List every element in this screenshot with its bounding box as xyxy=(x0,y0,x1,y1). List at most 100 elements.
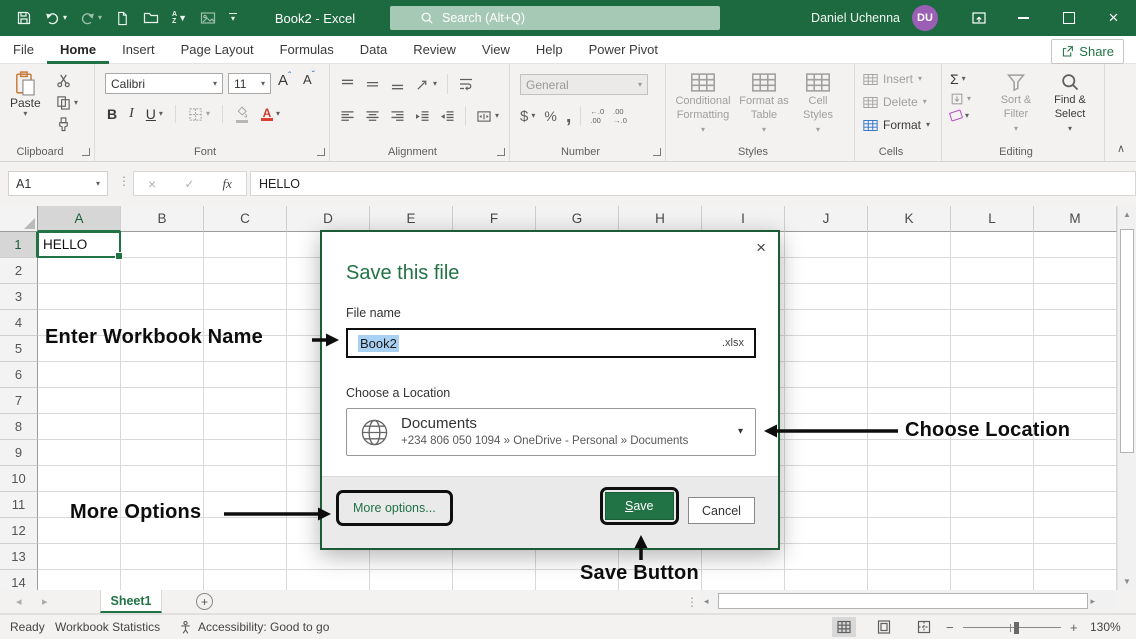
name-box[interactable]: A1 ▾ xyxy=(8,171,108,196)
bold-button[interactable]: B xyxy=(107,106,117,122)
increase-indent-icon[interactable] xyxy=(440,110,455,123)
scroll-down-icon[interactable]: ▼ xyxy=(1118,573,1136,590)
tab-file[interactable]: File xyxy=(0,36,47,64)
zoom-slider-thumb[interactable] xyxy=(1014,622,1019,634)
shrink-font-button[interactable]: Aˇ xyxy=(303,72,315,87)
select-all-corner[interactable] xyxy=(0,206,38,232)
column-header-c[interactable]: C xyxy=(204,206,287,232)
tab-insert[interactable]: Insert xyxy=(109,36,168,64)
increase-decimal-button[interactable]: ←.0.00 xyxy=(590,107,604,125)
column-header-e[interactable]: E xyxy=(370,206,453,232)
column-header-h[interactable]: H xyxy=(619,206,702,232)
tab-formulas[interactable]: Formulas xyxy=(267,36,347,64)
cell-a1[interactable]: HELLO xyxy=(37,231,121,258)
comma-style-button[interactable]: , xyxy=(566,111,572,121)
column-header-i[interactable]: I xyxy=(702,206,785,232)
merge-center-button[interactable]: ▾ xyxy=(476,110,499,123)
top-align-icon[interactable] xyxy=(340,78,355,91)
page-break-view-button[interactable] xyxy=(912,617,936,637)
autosum-button[interactable]: Σ▾ xyxy=(950,71,971,87)
add-sheet-button[interactable]: + xyxy=(196,593,213,610)
maximize-button[interactable] xyxy=(1046,0,1091,36)
row-header-3[interactable]: 3 xyxy=(0,284,38,310)
column-header-f[interactable]: F xyxy=(453,206,536,232)
format-as-table-button[interactable]: Format as Table ▾ xyxy=(736,72,792,136)
sheetbar-grip-icon[interactable]: ⋮ xyxy=(686,595,698,609)
clipboard-dialog-launcher-icon[interactable] xyxy=(82,148,90,156)
row-header-9[interactable]: 9 xyxy=(0,440,38,466)
decrease-indent-icon[interactable] xyxy=(415,110,430,123)
column-header-d[interactable]: D xyxy=(287,206,370,232)
tab-data[interactable]: Data xyxy=(347,36,400,64)
undo-caret-icon[interactable]: ▾ xyxy=(63,14,67,22)
align-left-icon[interactable] xyxy=(340,110,355,123)
column-header-g[interactable]: G xyxy=(536,206,619,232)
ribbon-display-options-button[interactable] xyxy=(956,0,1001,36)
fill-color-button[interactable] xyxy=(235,106,249,123)
number-format-combo[interactable]: General ▾ xyxy=(520,74,648,95)
format-cells-button[interactable]: Format ▾ xyxy=(863,118,930,132)
column-header-j[interactable]: J xyxy=(785,206,868,232)
cell-styles-button[interactable]: Cell Styles ▾ xyxy=(794,72,842,136)
italic-button[interactable]: I xyxy=(129,106,134,122)
row-header-12[interactable]: 12 xyxy=(0,518,38,544)
tab-power-pivot[interactable]: Power Pivot xyxy=(576,36,671,64)
horizontal-scrollbar[interactable]: ◂ ▸ xyxy=(700,592,1117,611)
save-button[interactable]: Save xyxy=(605,492,674,520)
vertical-scroll-thumb[interactable] xyxy=(1120,229,1134,453)
sort-filter-button[interactable]: Sort & Filter ▾ xyxy=(990,72,1042,135)
row-header-5[interactable]: 5 xyxy=(0,336,38,362)
location-dropdown[interactable]: Documents +234 806 050 1094 » OneDrive -… xyxy=(346,408,756,456)
customize-qat-button[interactable]: ▾ xyxy=(229,13,237,23)
orientation-button[interactable]: ▾ xyxy=(415,78,437,91)
row-header-11[interactable]: 11 xyxy=(0,492,38,518)
font-color-button[interactable]: A ▾ xyxy=(261,107,280,121)
accessibility-status[interactable]: Accessibility: Good to go xyxy=(178,615,329,639)
row-header-8[interactable]: 8 xyxy=(0,414,38,440)
open-file-icon[interactable] xyxy=(143,10,159,26)
dialog-close-icon[interactable]: × xyxy=(756,238,766,258)
font-family-combo[interactable]: Calibri ▾ xyxy=(105,73,223,94)
zoom-slider-track[interactable] xyxy=(963,627,1061,628)
minimize-button[interactable] xyxy=(1001,0,1046,36)
tab-review[interactable]: Review xyxy=(400,36,469,64)
zoom-out-button[interactable]: − xyxy=(946,615,954,639)
column-header-l[interactable]: L xyxy=(951,206,1034,232)
sort-az-button[interactable]: AZ ▼ xyxy=(172,11,187,25)
cancel-button[interactable]: Cancel xyxy=(688,497,755,524)
row-header-13[interactable]: 13 xyxy=(0,544,38,570)
normal-view-button[interactable] xyxy=(832,617,856,637)
clear-button[interactable]: ▾ xyxy=(950,111,971,120)
column-header-m[interactable]: M xyxy=(1034,206,1117,232)
share-button[interactable]: Share xyxy=(1051,39,1124,64)
formula-bar-grip-icon[interactable]: ⋮ xyxy=(118,174,130,188)
underline-button[interactable]: U▾ xyxy=(146,106,163,122)
search-box[interactable]: Search (Alt+Q) xyxy=(390,6,720,30)
collapse-ribbon-icon[interactable]: ∧ xyxy=(1117,142,1125,155)
row-header-10[interactable]: 10 xyxy=(0,466,38,492)
column-header-b[interactable]: B xyxy=(121,206,204,232)
paste-button[interactable]: Paste ▾ xyxy=(10,71,41,118)
tab-page-layout[interactable]: Page Layout xyxy=(168,36,267,64)
workbook-statistics-button[interactable]: Workbook Statistics xyxy=(55,615,160,639)
tab-view[interactable]: View xyxy=(469,36,523,64)
row-header-14[interactable]: 14 xyxy=(0,570,38,590)
percent-style-button[interactable]: % xyxy=(544,108,556,124)
user-name[interactable]: Daniel Uchenna xyxy=(811,11,900,25)
horizontal-scroll-thumb[interactable] xyxy=(718,593,1088,609)
insert-function-icon[interactable]: fx xyxy=(223,176,232,192)
new-file-icon[interactable] xyxy=(115,11,130,26)
sheet-tab-sheet1[interactable]: Sheet1 xyxy=(100,590,162,613)
align-center-icon[interactable] xyxy=(365,110,380,123)
redo-caret-icon[interactable]: ▾ xyxy=(98,14,102,22)
currency-button[interactable]: $▾ xyxy=(520,108,535,125)
tab-help[interactable]: Help xyxy=(523,36,576,64)
align-right-icon[interactable] xyxy=(390,110,405,123)
bottom-align-icon[interactable] xyxy=(390,78,405,91)
row-header-1[interactable]: 1 xyxy=(0,232,38,258)
find-select-button[interactable]: Find & Select ▾ xyxy=(1044,72,1096,135)
column-header-a[interactable]: A xyxy=(38,206,121,232)
delete-cells-button[interactable]: Delete ▾ xyxy=(863,95,927,109)
fill-button[interactable]: ▾ xyxy=(950,92,971,106)
font-size-combo[interactable]: 11 ▾ xyxy=(228,73,271,94)
